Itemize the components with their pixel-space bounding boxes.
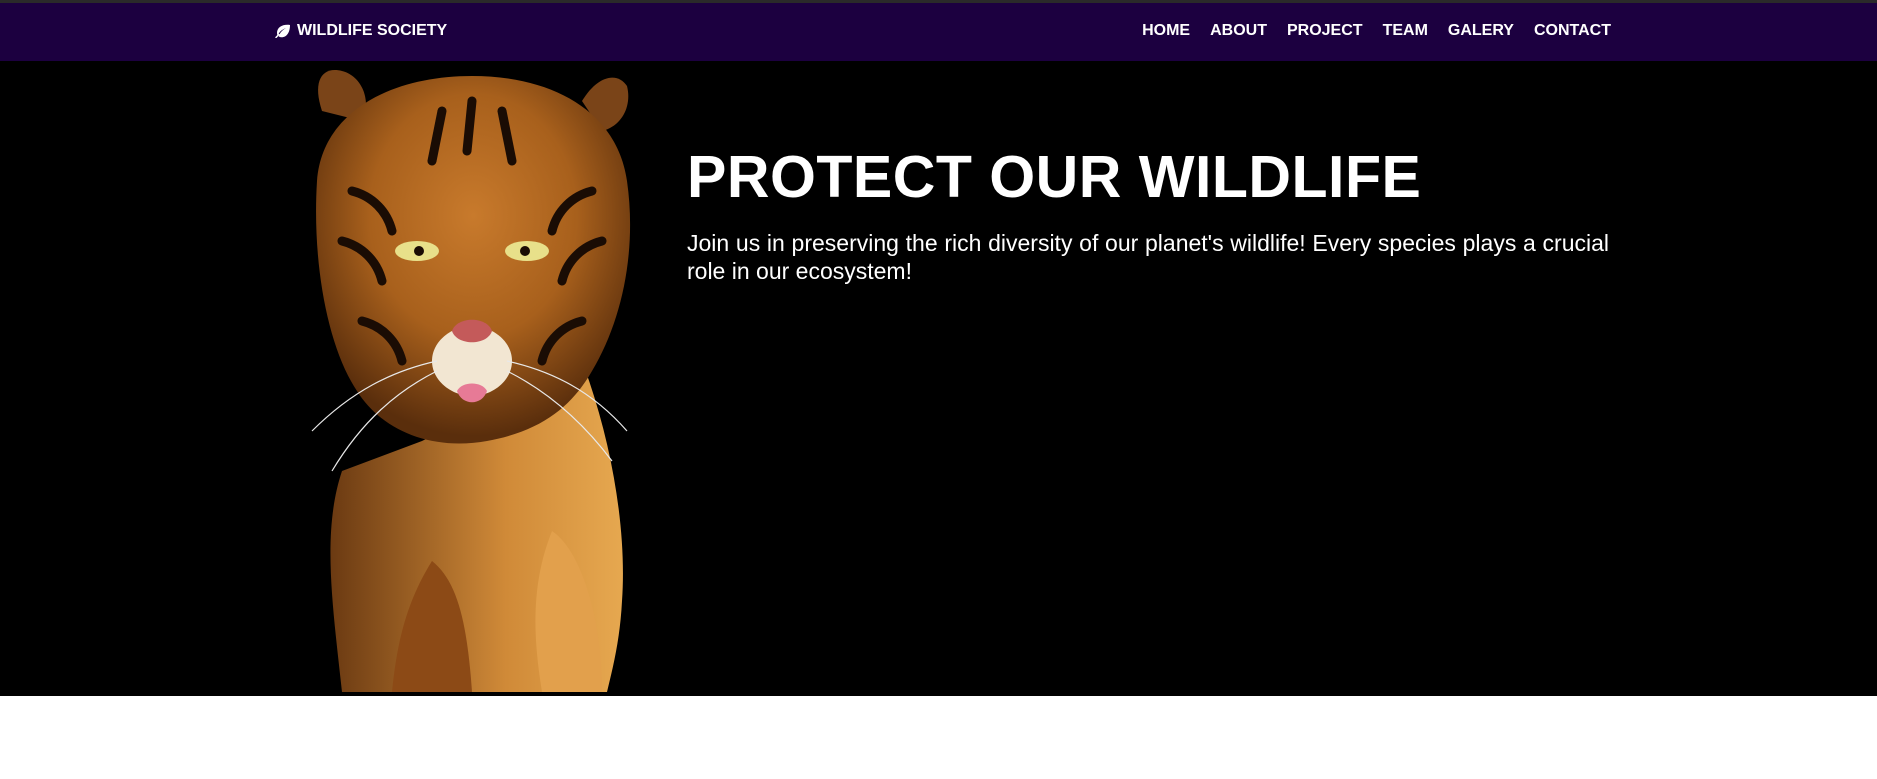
nav-link-home[interactable]: HOME	[1142, 22, 1190, 40]
brand-link[interactable]: WILDLIFE SOCIETY	[275, 22, 447, 40]
hero-description: Join us in preserving the rich diversity…	[687, 230, 1609, 284]
nav-link-galery[interactable]: GALERY	[1448, 22, 1514, 40]
nav-link-team[interactable]: TEAM	[1383, 22, 1428, 40]
nav-link-contact[interactable]: CONTACT	[1534, 22, 1611, 40]
nav-menu: HOME ABOUT PROJECT TEAM GALERY CONTACT	[1142, 22, 1611, 40]
brand-name: WILDLIFE SOCIETY	[297, 22, 448, 39]
navbar: WILDLIFE SOCIETY HOME ABOUT PROJECT TEAM…	[0, 0, 1877, 61]
tiger-image	[282, 61, 688, 692]
hero-section: PROTECT OUR WILDLIFE Join us in preservi…	[0, 61, 1877, 696]
nav-link-about[interactable]: ABOUT	[1210, 22, 1267, 40]
nav-link-project[interactable]: PROJECT	[1287, 22, 1363, 40]
hero-title: PROTECT OUR WILDLIFE	[687, 144, 1422, 210]
leaf-icon	[275, 24, 290, 38]
